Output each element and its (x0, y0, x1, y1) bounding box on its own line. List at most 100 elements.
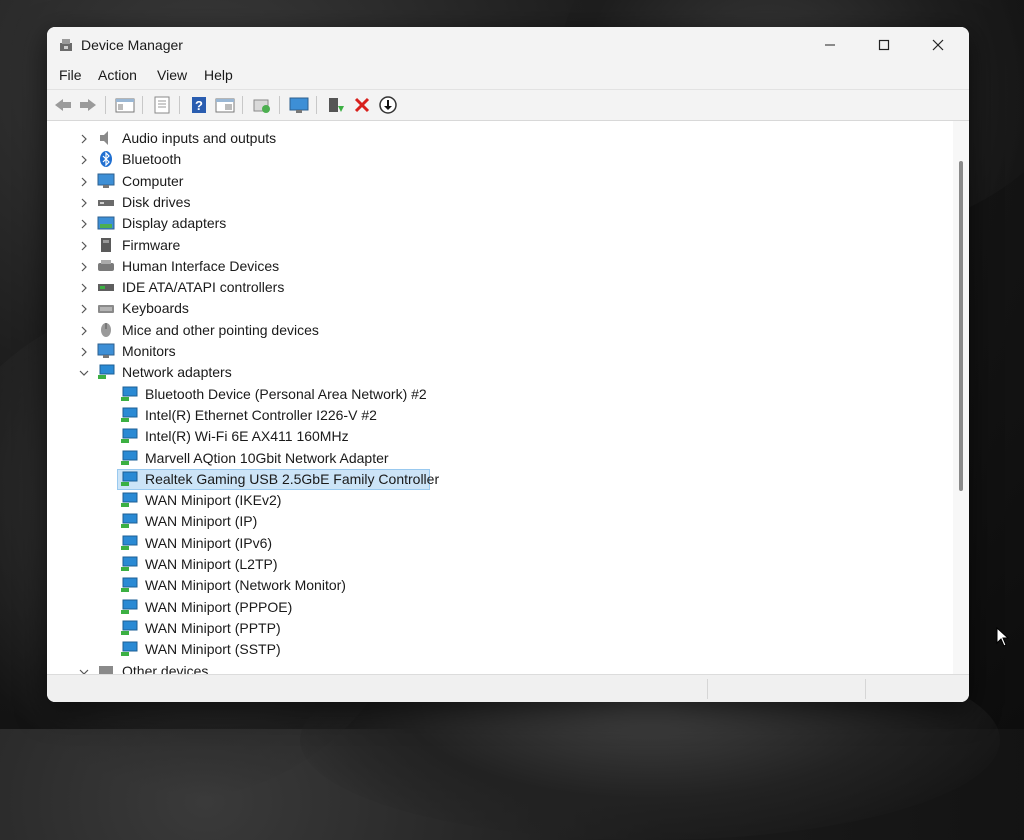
menu-file[interactable]: File (59, 67, 82, 83)
close-icon (932, 39, 944, 51)
tree-item-label: Monitors (122, 343, 176, 359)
tree-device-item[interactable]: WAN Miniport (PPTP) (47, 618, 953, 639)
other-devices-icon (97, 663, 115, 674)
computer-icon (97, 173, 115, 189)
tree-device-item[interactable]: WAN Miniport (SSTP) (47, 639, 953, 660)
chevron-right-icon[interactable] (78, 240, 90, 252)
window-title: Device Manager (81, 37, 183, 53)
chevron-right-icon[interactable] (78, 303, 90, 315)
chevron-down-icon[interactable] (78, 367, 90, 379)
menu-bar: File Action View Help (47, 63, 969, 89)
show-hide-tree-icon (115, 98, 135, 113)
vertical-scrollbar[interactable] (953, 121, 969, 674)
tree-category[interactable]: Firmware (47, 235, 953, 256)
show-hide-console-tree-button[interactable] (114, 94, 136, 116)
tree-category[interactable]: Keyboards (47, 298, 953, 319)
device-manager-window: Device Manager File Action View Help ? A… (47, 27, 969, 702)
chevron-right-icon[interactable] (78, 133, 90, 145)
tree-category[interactable]: Monitors (47, 341, 953, 362)
tree-item-label: Marvell AQtion 10Gbit Network Adapter (145, 449, 389, 466)
chevron-right-icon[interactable] (78, 197, 90, 209)
tree-category[interactable]: Display adapters (47, 213, 953, 234)
mouse-icon (97, 322, 115, 338)
monitor-button[interactable] (288, 94, 310, 116)
network-icon (120, 535, 138, 551)
maximize-button[interactable] (861, 27, 907, 63)
chevron-right-icon[interactable] (78, 325, 90, 337)
maximize-icon (878, 39, 890, 51)
network-icon (120, 513, 138, 529)
device-tree[interactable]: Audio inputs and outputs Bluetooth Compute… (47, 121, 953, 674)
help-icon: ? (192, 97, 206, 113)
tree-item-label: WAN Miniport (IPv6) (145, 534, 273, 551)
tree-device-item[interactable]: Realtek Gaming USB 2.5GbE Family Control… (47, 468, 953, 490)
tree-category[interactable]: Human Interface Devices (47, 256, 953, 277)
tree-device-item[interactable]: WAN Miniport (IKEv2) (47, 490, 953, 511)
tree-category[interactable]: IDE ATA/ATAPI controllers (47, 277, 953, 298)
download-icon (379, 96, 397, 114)
help-button[interactable]: ? (188, 94, 210, 116)
tree-item-label: WAN Miniport (SSTP) (145, 641, 281, 658)
tree-device-item[interactable]: Intel(R) Ethernet Controller I226-V #2 (47, 405, 953, 426)
tree-item-label: Intel(R) Wi-Fi 6E AX411 160MHz (145, 428, 349, 445)
scan-hardware-button[interactable] (251, 94, 273, 116)
tree-item-label: WAN Miniport (PPTP) (145, 619, 281, 636)
tree-category[interactable]: Computer (47, 171, 953, 192)
tree-category[interactable]: Other devices (47, 661, 953, 675)
tree-item-label: Firmware (122, 236, 181, 253)
properties-button[interactable] (151, 94, 173, 116)
ide-icon (97, 279, 115, 295)
uninstall-device-button[interactable] (351, 94, 373, 116)
display-adapter-icon (97, 215, 115, 231)
network-icon (120, 599, 138, 615)
minimize-button[interactable] (807, 27, 853, 63)
chevron-right-icon[interactable] (78, 154, 90, 166)
tree-item-label: Network adapters (122, 364, 232, 381)
chevron-right-icon[interactable] (78, 261, 90, 273)
close-button[interactable] (915, 27, 961, 63)
tree-category[interactable]: Mice and other pointing devices (47, 320, 953, 341)
chevron-right-icon[interactable] (78, 176, 90, 188)
tree-category[interactable]: Disk drives (47, 192, 953, 213)
tree-device-item[interactable]: Intel(R) Wi-Fi 6E AX411 160MHz (47, 426, 953, 447)
chevron-right-icon[interactable] (78, 282, 90, 294)
network-icon (120, 450, 138, 466)
tree-device-item[interactable]: WAN Miniport (PPPOE) (47, 597, 953, 618)
chevron-right-icon[interactable] (78, 346, 90, 358)
tree-item-label: Other devices (122, 662, 209, 675)
tree-device-item[interactable]: Bluetooth Device (Personal Area Network)… (47, 384, 953, 405)
tree-device-item[interactable]: WAN Miniport (IPv6) (47, 533, 953, 554)
uninstall-icon (354, 97, 370, 113)
view-button[interactable] (214, 94, 236, 116)
scan-hardware-icon (253, 99, 270, 113)
network-icon (120, 428, 138, 444)
network-icon (120, 620, 138, 636)
menu-action[interactable]: Action (98, 67, 137, 83)
properties-icon (154, 96, 170, 114)
download-button[interactable] (377, 94, 399, 116)
menu-help[interactable]: Help (204, 67, 233, 83)
mouse-cursor-icon (996, 627, 1010, 647)
tree-item-label: Human Interface Devices (122, 257, 280, 274)
tree-category[interactable]: Bluetooth (47, 149, 953, 170)
chevron-down-icon[interactable] (78, 666, 90, 674)
tree-device-item[interactable]: WAN Miniport (L2TP) (47, 554, 953, 575)
tree-category[interactable]: Network adapters (47, 362, 953, 383)
device-manager-app-icon (60, 39, 72, 51)
tree-item-label: WAN Miniport (IP) (145, 513, 258, 530)
tree-device-item[interactable]: Marvell AQtion 10Gbit Network Adapter (47, 448, 953, 469)
menu-view[interactable]: View (157, 67, 187, 83)
title-bar[interactable]: Device Manager (47, 27, 969, 63)
tree-item-label: WAN Miniport (PPPOE) (145, 598, 293, 615)
chevron-right-icon[interactable] (78, 218, 90, 230)
speaker-icon (97, 130, 115, 146)
scrollbar-thumb[interactable] (959, 161, 963, 491)
back-button[interactable] (52, 94, 74, 116)
firmware-icon (97, 237, 115, 253)
tree-device-item[interactable]: WAN Miniport (Network Monitor) (47, 575, 953, 596)
tree-device-item[interactable]: WAN Miniport (IP) (47, 511, 953, 532)
tree-category[interactable]: Audio inputs and outputs (47, 128, 953, 149)
forward-button[interactable] (77, 94, 99, 116)
monitor-icon (97, 343, 115, 359)
update-driver-button[interactable] (325, 94, 347, 116)
